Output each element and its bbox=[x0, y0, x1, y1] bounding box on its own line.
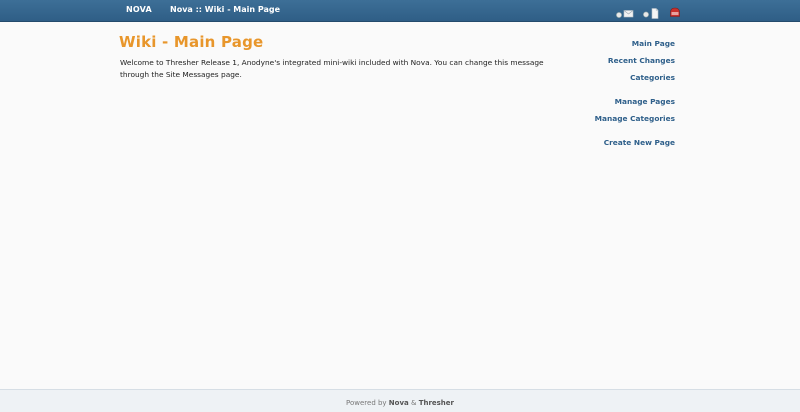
sidebar-link-main-page[interactable]: Main Page bbox=[632, 39, 675, 48]
footer-prefix: Powered by bbox=[346, 399, 389, 407]
sidebar-link-categories[interactable]: Categories bbox=[630, 73, 675, 82]
exit-icon[interactable] bbox=[669, 3, 681, 22]
footer-link-thresher[interactable]: Thresher bbox=[419, 399, 454, 407]
intro-text: Welcome to Thresher Release 1, Anodyne's… bbox=[120, 58, 544, 79]
sidebar-link-manage-pages[interactable]: Manage Pages bbox=[615, 97, 675, 106]
sidebar-link-recent-changes[interactable]: Recent Changes bbox=[608, 56, 675, 65]
page-heading: Wiki - Main Page bbox=[119, 33, 264, 51]
mail-icon[interactable] bbox=[616, 4, 634, 23]
footer-amp: & bbox=[408, 399, 419, 407]
sidebar-link-manage-categories[interactable]: Manage Categories bbox=[595, 114, 675, 123]
footer-credit: Powered by Nova & Thresher bbox=[346, 399, 454, 407]
sidebar-link-create-new-page[interactable]: Create New Page bbox=[604, 138, 675, 147]
page-title-bar: Nova :: Wiki - Main Page bbox=[170, 5, 281, 14]
document-icon[interactable] bbox=[643, 4, 659, 23]
footer: Powered by Nova & Thresher bbox=[0, 389, 800, 412]
brand-logo[interactable]: NOVA bbox=[126, 5, 152, 14]
footer-link-nova[interactable]: Nova bbox=[389, 399, 409, 407]
top-navigation-bar: NOVA Nova :: Wiki - Main Page bbox=[0, 0, 800, 22]
